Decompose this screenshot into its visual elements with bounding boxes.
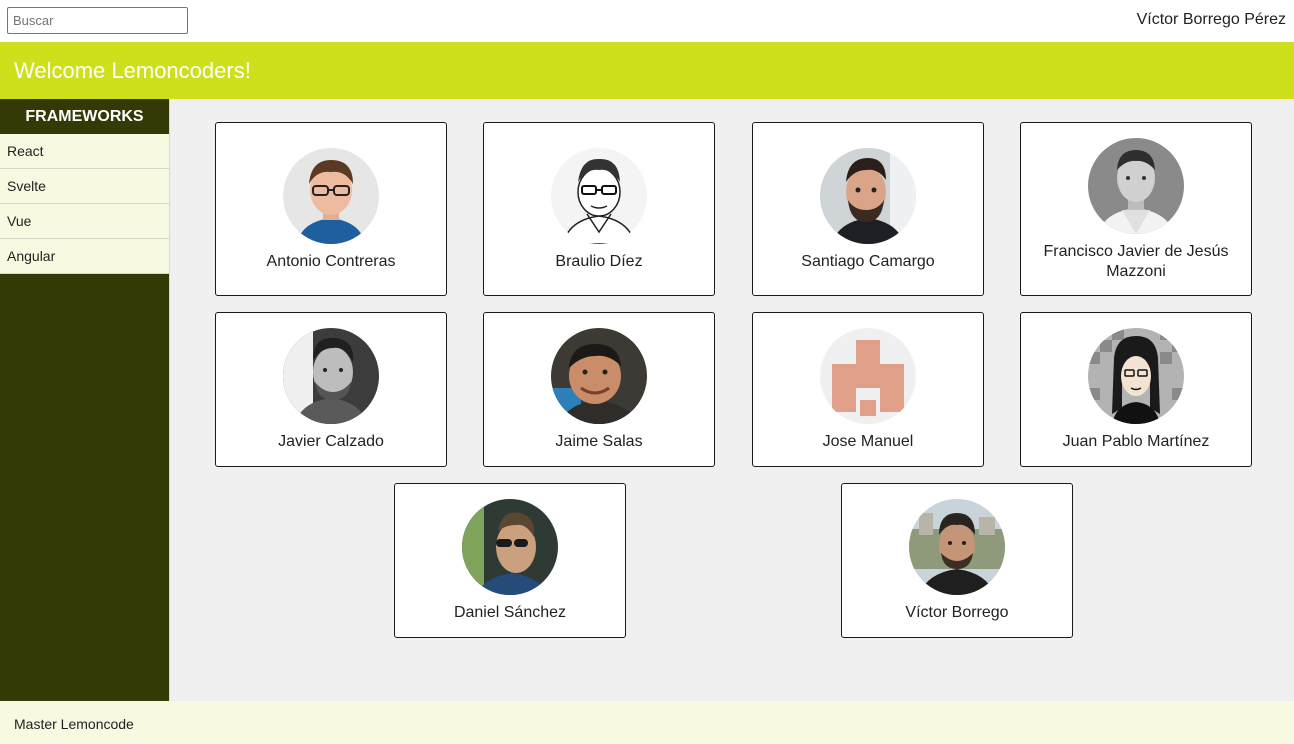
- member-avatar: [283, 328, 379, 424]
- member-card[interactable]: Santiago Camargo: [752, 122, 984, 296]
- member-card[interactable]: Jaime Salas: [483, 312, 715, 467]
- member-avatar: [551, 148, 647, 244]
- member-card[interactable]: Braulio Díez: [483, 122, 715, 296]
- sidebar-item-vue[interactable]: Vue: [0, 204, 169, 239]
- welcome-banner: Welcome Lemoncoders!: [0, 42, 1294, 99]
- member-avatar: [283, 148, 379, 244]
- top-bar: Víctor Borrego Pérez: [0, 0, 1294, 42]
- member-name: Francisco Javier de Jesús Mazzoni: [1043, 243, 1229, 280]
- member-name: Antonio Contreras: [266, 253, 396, 270]
- sidebar-item-angular[interactable]: Angular: [0, 239, 169, 274]
- sidebar-item-react[interactable]: React: [0, 134, 169, 169]
- member-name: Javier Calzado: [278, 433, 384, 450]
- sidebar-header: FRAMEWORKS: [25, 108, 144, 125]
- member-card[interactable]: Francisco Javier de Jesús Mazzoni: [1020, 122, 1252, 296]
- member-name: Jose Manuel: [822, 433, 914, 450]
- member-card[interactable]: Antonio Contreras: [215, 122, 447, 296]
- member-name: Juan Pablo Martínez: [1062, 433, 1210, 450]
- member-avatar: [462, 499, 558, 595]
- sidebar: FRAMEWORKS React Svelte Vue Angular: [0, 99, 169, 701]
- footer: Master Lemoncode: [0, 701, 1294, 744]
- member-card[interactable]: Daniel Sánchez: [394, 483, 626, 638]
- member-name: Jaime Salas: [555, 433, 643, 450]
- member-name: Braulio Díez: [555, 253, 643, 270]
- member-card[interactable]: Javier Calzado: [215, 312, 447, 467]
- member-avatar: [820, 148, 916, 244]
- member-name: Santiago Camargo: [801, 253, 935, 270]
- member-grid: Antonio Contreras Braulio Díez Santiago …: [169, 99, 1294, 701]
- footer-text: Master Lemoncode: [14, 716, 134, 732]
- member-avatar: [820, 328, 916, 424]
- member-avatar: [1088, 138, 1184, 234]
- banner-title: Welcome Lemoncoders!: [14, 58, 251, 83]
- member-avatar: [909, 499, 1005, 595]
- member-card[interactable]: Juan Pablo Martínez: [1020, 312, 1252, 467]
- member-name: Daniel Sánchez: [453, 604, 567, 621]
- sidebar-item-svelte[interactable]: Svelte: [0, 169, 169, 204]
- current-user-name: Víctor Borrego Pérez: [1136, 11, 1286, 28]
- member-avatar: [551, 328, 647, 424]
- sidebar-list: React Svelte Vue Angular: [0, 134, 169, 274]
- member-avatar: [1088, 328, 1184, 424]
- search-input[interactable]: [7, 7, 188, 34]
- member-card[interactable]: Jose Manuel: [752, 312, 984, 467]
- member-name: Víctor Borrego: [905, 604, 1009, 621]
- member-card[interactable]: Víctor Borrego: [841, 483, 1073, 638]
